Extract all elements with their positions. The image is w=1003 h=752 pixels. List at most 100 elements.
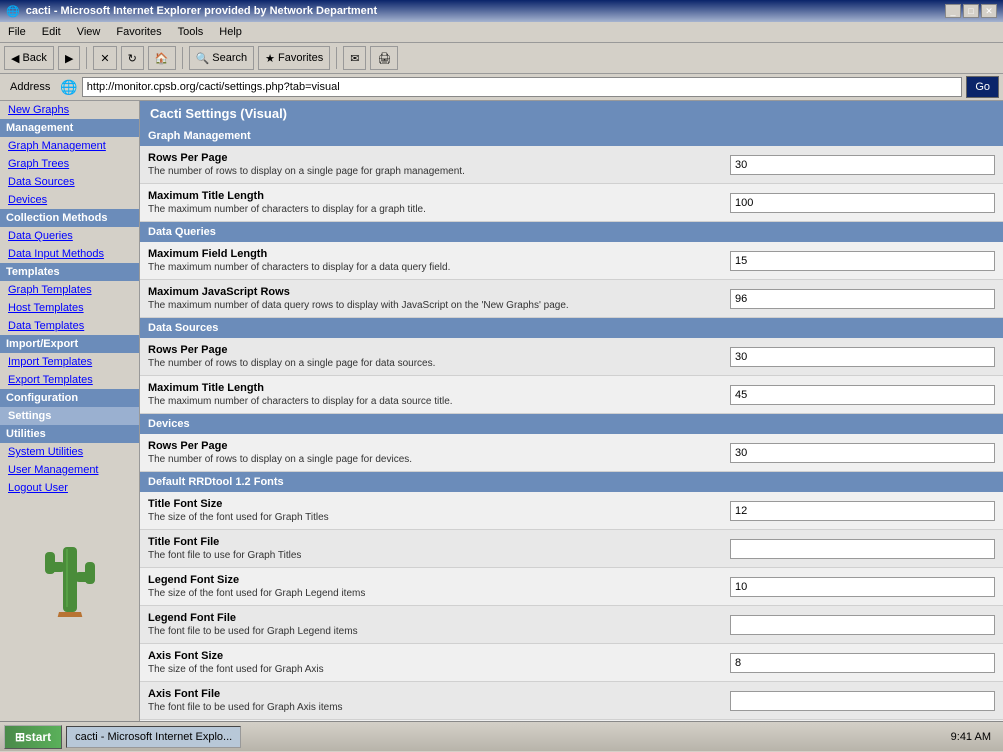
- section-header-devices: Devices: [140, 414, 1003, 434]
- sidebar-item-import-templates[interactable]: Import Templates: [0, 353, 139, 371]
- address-label: Address: [4, 79, 56, 95]
- setting-row-max-field-length: Maximum Field Length The maximum number …: [140, 242, 1003, 280]
- page-title: Cacti Settings (Visual): [140, 101, 1003, 126]
- max-title-gm-input[interactable]: [730, 193, 995, 213]
- sidebar-item-data-sources[interactable]: Data Sources: [0, 173, 139, 191]
- setting-label: Maximum JavaScript Rows: [148, 286, 730, 298]
- search-button[interactable]: 🔍 Search: [189, 46, 255, 70]
- setting-desc: The size of the font used for Graph Axis: [148, 664, 730, 675]
- axis-font-file-input[interactable]: [730, 691, 995, 711]
- sidebar-item-host-templates[interactable]: Host Templates: [0, 299, 139, 317]
- sidebar-section-management[interactable]: Management: [0, 119, 139, 137]
- sidebar-section-configuration[interactable]: Configuration: [0, 389, 139, 407]
- toolbar-separator-2: [182, 47, 183, 69]
- sidebar-item-data-queries[interactable]: Data Queries: [0, 227, 139, 245]
- max-title-ds-input[interactable]: [730, 385, 995, 405]
- menu-file[interactable]: File: [4, 24, 30, 40]
- setting-desc: The maximum number of characters to disp…: [148, 204, 730, 215]
- rows-per-page-dev-input[interactable]: [730, 443, 995, 463]
- rows-per-page-ds-input[interactable]: [730, 347, 995, 367]
- go-button[interactable]: Go: [966, 76, 999, 98]
- section-header-graph-management: Graph Management: [140, 126, 1003, 146]
- menu-view[interactable]: View: [73, 24, 105, 40]
- window-controls[interactable]: _ □ ✕: [945, 4, 997, 18]
- sidebar-item-export-templates[interactable]: Export Templates: [0, 371, 139, 389]
- rows-per-page-gm-input[interactable]: [730, 155, 995, 175]
- cactus-svg: [35, 517, 105, 617]
- forward-button[interactable]: ▶: [58, 46, 80, 70]
- setting-row-max-title-gm: Maximum Title Length The maximum number …: [140, 184, 1003, 222]
- axis-font-size-input[interactable]: [730, 653, 995, 673]
- print-button[interactable]: 🖨: [370, 46, 398, 70]
- window-titlebar: 🌐 cacti - Microsoft Internet Explorer pr…: [0, 0, 1003, 22]
- setting-label: Axis Font Size: [148, 650, 730, 662]
- home-icon: 🏠: [155, 52, 169, 65]
- address-input[interactable]: [82, 77, 963, 97]
- refresh-button[interactable]: ↻: [121, 46, 144, 70]
- menu-edit[interactable]: Edit: [38, 24, 65, 40]
- setting-desc: The size of the font used for Graph Titl…: [148, 512, 730, 523]
- back-button[interactable]: ◀ Back: [4, 46, 54, 70]
- setting-label: Rows Per Page: [148, 440, 730, 452]
- windows-icon: ⊞: [15, 730, 25, 744]
- sidebar-item-system-utilities[interactable]: System Utilities: [0, 443, 139, 461]
- toolbar-separator: [86, 47, 87, 69]
- setting-label: Maximum Field Length: [148, 248, 730, 260]
- sidebar-item-new-graphs[interactable]: New Graphs: [0, 101, 139, 119]
- minimize-button[interactable]: _: [945, 4, 961, 18]
- setting-label: Maximum Title Length: [148, 190, 730, 202]
- setting-desc: The maximum number of data query rows to…: [148, 300, 730, 311]
- setting-label: Legend Font Size: [148, 574, 730, 586]
- sidebar-item-data-templates[interactable]: Data Templates: [0, 317, 139, 335]
- back-arrow-icon: ◀: [11, 52, 19, 65]
- sidebar-section-utilities[interactable]: Utilities: [0, 425, 139, 443]
- favorites-button[interactable]: ★ Favorites: [258, 46, 330, 70]
- sidebar-section-import-export[interactable]: Import/Export: [0, 335, 139, 353]
- setting-label: Rows Per Page: [148, 344, 730, 356]
- maximize-button[interactable]: □: [963, 4, 979, 18]
- mail-button[interactable]: ✉: [343, 46, 366, 70]
- legend-font-size-input[interactable]: [730, 577, 995, 597]
- title-font-size-input[interactable]: [730, 501, 995, 521]
- sidebar-logo: [0, 497, 139, 640]
- sidebar-subsection-settings[interactable]: Settings: [0, 407, 139, 425]
- sidebar-item-graph-trees[interactable]: Graph Trees: [0, 155, 139, 173]
- setting-desc: The size of the font used for Graph Lege…: [148, 588, 730, 599]
- sidebar-section-collection-methods[interactable]: Collection Methods: [0, 209, 139, 227]
- setting-desc: The font file to be used for Graph Axis …: [148, 702, 730, 713]
- taskbar-window-button[interactable]: cacti - Microsoft Internet Explo...: [66, 726, 241, 748]
- menu-favorites[interactable]: Favorites: [112, 24, 165, 40]
- star-icon: ★: [265, 52, 275, 65]
- max-field-length-input[interactable]: [730, 251, 995, 271]
- sidebar-item-logout-user[interactable]: Logout User: [0, 479, 139, 497]
- setting-label: Axis Font File: [148, 688, 730, 700]
- stop-icon: ✕: [100, 52, 109, 65]
- sidebar-item-graph-management[interactable]: Graph Management: [0, 137, 139, 155]
- sidebar-item-graph-templates[interactable]: Graph Templates: [0, 281, 139, 299]
- close-button[interactable]: ✕: [981, 4, 997, 18]
- setting-row-axis-font-size: Axis Font Size The size of the font used…: [140, 644, 1003, 682]
- taskbar: ⊞ start cacti - Microsoft Internet Explo…: [0, 721, 1003, 751]
- setting-row-title-font-size: Title Font Size The size of the font use…: [140, 492, 1003, 530]
- title-font-file-input[interactable]: [730, 539, 995, 559]
- refresh-icon: ↻: [128, 52, 137, 65]
- setting-row-axis-font-file: Axis Font File The font file to be used …: [140, 682, 1003, 720]
- setting-row-legend-font-file: Legend Font File The font file to be use…: [140, 606, 1003, 644]
- menu-help[interactable]: Help: [215, 24, 246, 40]
- legend-font-file-input[interactable]: [730, 615, 995, 635]
- sidebar-item-data-input-methods[interactable]: Data Input Methods: [0, 245, 139, 263]
- max-js-rows-input[interactable]: [730, 289, 995, 309]
- sidebar-item-user-management[interactable]: User Management: [0, 461, 139, 479]
- menu-tools[interactable]: Tools: [174, 24, 208, 40]
- address-icon: 🌐: [60, 79, 77, 96]
- forward-arrow-icon: ▶: [65, 52, 73, 65]
- start-button[interactable]: ⊞ start: [4, 725, 62, 749]
- setting-label: Rows Per Page: [148, 152, 730, 164]
- stop-button[interactable]: ✕: [93, 46, 116, 70]
- sidebar-section-templates[interactable]: Templates: [0, 263, 139, 281]
- window-title: cacti - Microsoft Internet Explorer prov…: [26, 5, 377, 17]
- setting-row-max-js-rows: Maximum JavaScript Rows The maximum numb…: [140, 280, 1003, 318]
- sidebar-item-devices[interactable]: Devices: [0, 191, 139, 209]
- home-button[interactable]: 🏠: [148, 46, 176, 70]
- search-icon: 🔍: [196, 52, 210, 65]
